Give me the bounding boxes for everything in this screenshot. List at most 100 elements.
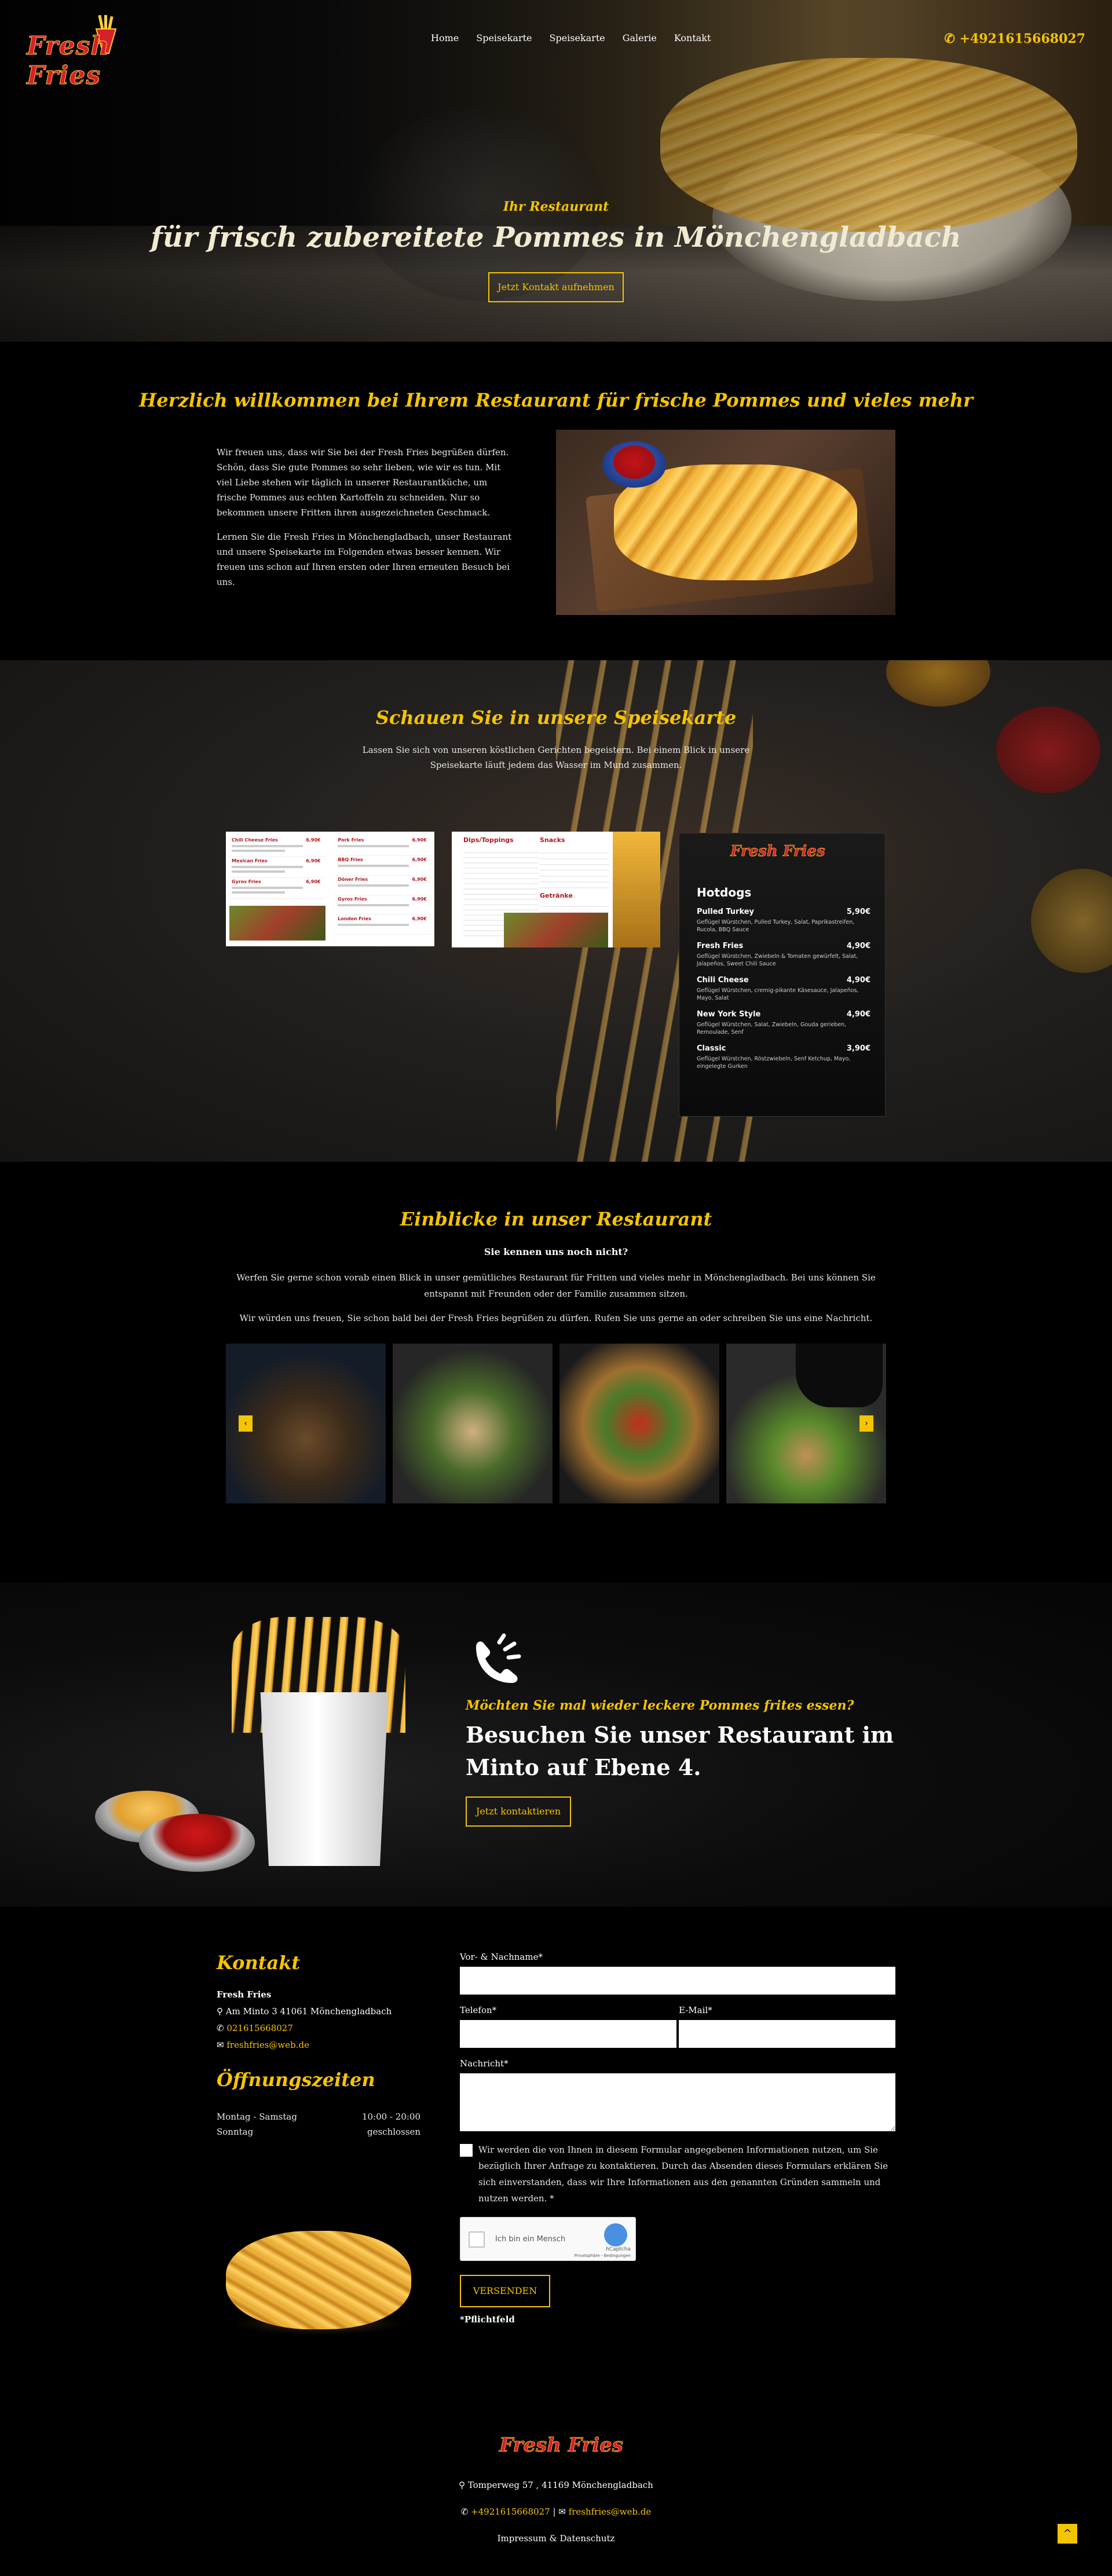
ketchup-bowl xyxy=(602,441,666,488)
captcha-checkbox[interactable] xyxy=(469,2231,485,2248)
chevron-right-icon[interactable]: › xyxy=(859,1415,873,1432)
menu-card-hotdogs[interactable]: Fresh Fries Hotdogs Pulled Turkey 5,90€ Ge… xyxy=(679,833,886,1117)
hero-kicker: Ihr Restaurant xyxy=(503,199,609,214)
footer-contact: ✆ +4921615668027 | ✉ freshfries@web.de xyxy=(0,2507,1112,2517)
menu-card-fries[interactable]: Chili Cheese Fries 6,90€ Mexican Fries 6,9… xyxy=(226,832,434,946)
required-note: *Pflichtfeld xyxy=(460,2314,515,2325)
menu-card-row: Mexican Fries 6,90€ xyxy=(228,857,324,878)
captcha-terms[interactable]: Privatsphäre - Bedingungen xyxy=(575,2253,631,2258)
chevron-left-icon[interactable]: ‹ xyxy=(239,1415,253,1432)
gallery-subtitle: Sie kennen uns noch nicht? xyxy=(484,1246,628,1257)
hotdog-list: Pulled Turkey 5,90€ Geflügel Würstchen, Pu… xyxy=(697,908,870,1078)
menu-card-food-image xyxy=(504,913,608,947)
captcha-brand: hCaptcha xyxy=(606,2246,631,2252)
cta-question: Möchten Sie mal wieder leckere Pommes fr… xyxy=(466,1698,854,1713)
hotdog-item: Pulled Turkey 5,90€ Geflügel Würstchen, Pu… xyxy=(697,908,870,933)
menu-card-dips-snacks[interactable]: Dips/Toppings Snacks Getränke xyxy=(452,832,660,947)
footer-address: ⚲ Tomperweg 57 , 41169 Mönchengladbach xyxy=(459,2480,653,2490)
welcome-fries-image xyxy=(556,430,895,615)
name-field[interactable] xyxy=(460,1967,895,1995)
footer-logo[interactable]: Fresh Fries xyxy=(499,2434,624,2457)
gloved-hand xyxy=(796,1344,883,1407)
consent-row: Wir werden die von Ihnen in diesem Formu… xyxy=(460,2142,895,2207)
menu-card-list xyxy=(540,901,609,913)
menu-card-row: Gyros Fries 6,90€ xyxy=(334,895,430,915)
map-marker-icon: ⚲ xyxy=(217,2006,226,2017)
phone-ringing-icon xyxy=(476,1633,521,1683)
phone-group: Telefon* xyxy=(460,2005,676,2048)
hotdog-item: New York Style 4,90€ Geflügel Würstchen, S… xyxy=(697,1010,870,1035)
envelope-icon: ✉ xyxy=(217,2040,227,2050)
hotdog-item: Fresh Fries 4,90€ Geflügel Würstchen, Zwie… xyxy=(697,942,870,967)
hero-section: Fresh Fries Home Speisekarte Speisekarte… xyxy=(0,0,1112,342)
menu-background-sauce xyxy=(1031,869,1112,973)
menu-background-sauce xyxy=(886,660,990,707)
message-field[interactable] xyxy=(460,2073,895,2131)
header-phone-number: +4921615668027 xyxy=(959,31,1085,46)
site-footer: Fresh Fries ⚲ Tomperweg 57 , 41169 Mönch… xyxy=(0,2370,1112,2576)
divider: | ✉ xyxy=(553,2507,569,2517)
menu-card-column-left: Chili Cheese Fries 6,90€ Mexican Fries 6,9… xyxy=(228,836,324,899)
welcome-title: Herzlich willkommen bei Ihrem Restaurant… xyxy=(139,389,973,411)
phone-line[interactable]: ✆ 021615668027 xyxy=(217,2020,392,2037)
contact-form: Vor- & Nachname* Telefon* E-Mail* Nachri… xyxy=(460,1952,895,2325)
menu-section: Schauen Sie in unsere Speisekarte Lassen… xyxy=(0,660,1112,1162)
nav-contact[interactable]: Kontakt xyxy=(674,32,711,43)
opening-hours: Montag - Samstag 10:00 - 20:00 Sonntag ges… xyxy=(217,2109,420,2139)
hero-contact-button[interactable]: Jetzt Kontakt aufnehmen xyxy=(488,272,624,302)
contact-title: Kontakt xyxy=(217,1952,301,1974)
menu-card-heading: Snacks xyxy=(540,836,565,844)
cta-ketchup-bowl xyxy=(139,1814,255,1872)
footer-legal-link[interactable]: Impressum & Datenschutz xyxy=(0,2533,1112,2544)
footer-phone-link[interactable]: +4921615668027 xyxy=(471,2507,550,2517)
cta-fries-box xyxy=(260,1692,389,1866)
captcha-logo-icon xyxy=(604,2223,627,2246)
site-logo[interactable]: Fresh Fries xyxy=(27,13,189,91)
address-line: ⚲ Am Minto 3 41061 Mönchengladbach xyxy=(217,2006,392,2017)
gallery-image[interactable] xyxy=(559,1344,719,1503)
gallery-section: Einblicke in unser Restaurant Sie kennen… xyxy=(0,1162,1112,1582)
name-label: Vor- & Nachname* xyxy=(460,1952,543,1962)
gallery-paragraph-2: Wir würden uns freuen, Sie schon bald be… xyxy=(239,1313,873,1323)
nav-home[interactable]: Home xyxy=(431,32,459,43)
phone-field[interactable] xyxy=(460,2020,676,2048)
consent-checkbox[interactable] xyxy=(460,2144,473,2157)
contact-info: Fresh Fries ⚲ Am Minto 3 41061 Mönchengl… xyxy=(217,1986,392,2054)
menu-card-row: Gyros Fries 6,90€ xyxy=(228,878,324,899)
cta-contact-button[interactable]: Jetzt kontaktieren xyxy=(466,1796,571,1827)
main-nav: Home Speisekarte Speisekarte Galerie Kon… xyxy=(431,32,711,43)
hotdog-item: Chili Cheese 4,90€ Geflügel Würstchen, cre… xyxy=(697,976,870,1001)
logo-text: Fresh Fries xyxy=(27,31,110,91)
welcome-paragraph-2: Lernen Sie die Fresh Fries in Mönchengla… xyxy=(217,532,512,587)
hotdog-item: Classic 3,90€ Geflügel Würstchen, Röstzwie… xyxy=(697,1044,870,1070)
contact-fries-image xyxy=(226,2231,411,2329)
gallery-image[interactable] xyxy=(393,1344,553,1503)
scroll-to-top-button[interactable]: ^ xyxy=(1058,2524,1077,2544)
email-field[interactable] xyxy=(679,2020,895,2048)
message-label: Nachricht* xyxy=(460,2058,509,2069)
hours-row: Sonntag geschlossen xyxy=(217,2127,420,2137)
menu-intro: Lassen Sie sich von unseren köstlichen G… xyxy=(362,745,750,770)
phone-icon: ✆ xyxy=(944,31,955,46)
opening-hours-title: Öffnungszeiten xyxy=(217,2069,375,2091)
phone-email-row: Telefon* E-Mail* xyxy=(460,2005,895,2048)
phone-label: Telefon* xyxy=(460,2005,497,2015)
gallery-paragraph-1: Werfen Sie gerne schon vorab einen Blick… xyxy=(236,1272,876,1299)
hotdog-card-logo: Fresh Fries xyxy=(730,843,825,861)
nav-menu-2[interactable]: Speisekarte xyxy=(549,32,605,43)
menu-card-row: BBQ Fries 6,90€ xyxy=(334,856,430,876)
header-phone-link[interactable]: ✆ +4921615668027 xyxy=(944,31,1085,46)
nav-menu[interactable]: Speisekarte xyxy=(476,32,532,43)
nav-gallery[interactable]: Galerie xyxy=(623,32,657,43)
consent-text: Wir werden die von Ihnen in diesem Formu… xyxy=(478,2145,888,2204)
phone-icon: ✆ xyxy=(460,2507,471,2517)
menu-card-fries-image xyxy=(613,832,660,947)
gallery-title: Einblicke in unser Restaurant xyxy=(400,1208,712,1230)
menu-card-row: Chili Cheese Fries 6,90€ xyxy=(228,836,324,857)
welcome-text: Wir freuen uns, dass wir Sie bei der Fre… xyxy=(217,445,512,590)
footer-email-link[interactable]: freshfries@web.de xyxy=(569,2507,652,2517)
email-line[interactable]: ✉ freshfries@web.de xyxy=(217,2037,392,2054)
submit-button[interactable]: VERSENDEN xyxy=(460,2275,550,2307)
menu-card-list xyxy=(540,848,609,888)
menu-card-column-right: Pork Fries 6,90€ BBQ Fries 6,90€ Döner Fri… xyxy=(334,836,430,935)
